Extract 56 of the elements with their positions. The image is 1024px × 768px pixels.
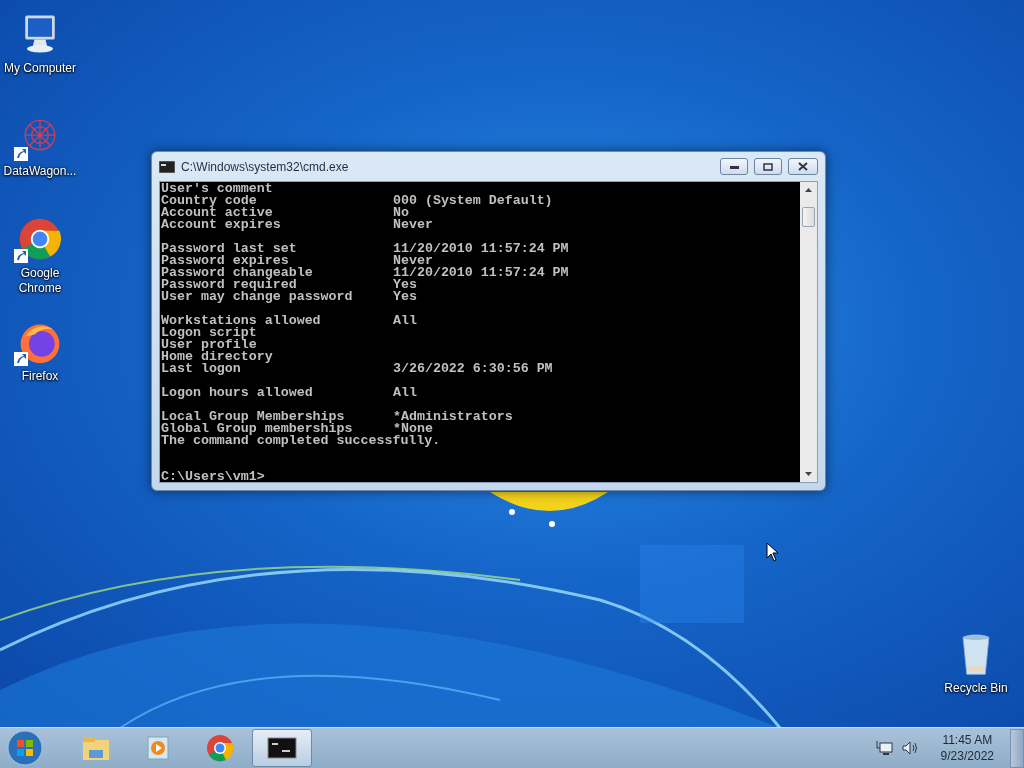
- field-value: All: [393, 315, 417, 327]
- console-text: C:\Users\vm1>: [161, 471, 265, 482]
- field-label: Account expires: [161, 219, 282, 231]
- clock[interactable]: 11:45 AM 9/23/2022: [940, 732, 994, 764]
- console-icon: [159, 160, 175, 173]
- field-label: Last logon: [161, 363, 241, 375]
- field-value: 11/20/2010 11:57:24 PM: [393, 243, 569, 255]
- desktop-icon-label[interactable]: Firefox: [21, 369, 59, 384]
- field-label: Password required: [161, 279, 297, 291]
- chrome-icon: [204, 734, 236, 762]
- field-label: User's comment: [161, 183, 274, 195]
- field-value: 3/26/2022 6:30:56 PM: [393, 363, 553, 375]
- field-label: Workstations allowed: [161, 315, 322, 327]
- minimize-button[interactable]: [720, 158, 748, 175]
- field-label: User may change password: [161, 291, 354, 303]
- volume-icon[interactable]: [900, 740, 919, 756]
- close-button[interactable]: [788, 158, 818, 175]
- field-value: Never: [393, 219, 433, 231]
- maximize-button[interactable]: [754, 158, 782, 175]
- scroll-thumb[interactable]: [802, 207, 815, 227]
- field-value: Yes: [393, 291, 417, 303]
- field-label: Password expires: [161, 255, 289, 267]
- taskbar-button[interactable]: [252, 729, 312, 767]
- console-text: The command completed successfully.: [161, 435, 441, 447]
- field-value: Never: [393, 255, 433, 267]
- window-title: C:\Windows\system32\cmd.exe: [181, 159, 350, 174]
- field-label: Password last set: [161, 243, 298, 255]
- desktop-icon-label[interactable]: Google Chrome: [0, 266, 80, 296]
- field-value: *Administrators: [393, 411, 513, 423]
- field-label: Country code: [161, 195, 257, 207]
- desktop-icon-label[interactable]: DataWagon...: [3, 164, 77, 179]
- field-label: Local Group Memberships: [161, 411, 345, 423]
- field-value: No: [393, 207, 409, 219]
- cursor-icon: [766, 542, 779, 562]
- explorer-icon: [80, 734, 112, 762]
- console-icon: [266, 734, 298, 762]
- field-label: Logon hours allowed: [161, 387, 314, 399]
- field-label: Home directory: [161, 351, 274, 363]
- field-value: 11/20/2010 11:57:24 PM: [393, 267, 569, 279]
- maximize-icon: [763, 162, 773, 171]
- field-value: Yes: [393, 279, 417, 291]
- scrollbar[interactable]: [800, 182, 817, 482]
- network-icon[interactable]: [874, 740, 893, 756]
- field-value: All: [393, 387, 417, 399]
- field-label: Logon script: [161, 327, 258, 339]
- field-label: User profile: [161, 339, 257, 351]
- field-value: 000 (System Default): [393, 195, 553, 207]
- desktop-icon-label[interactable]: My Computer: [4, 61, 76, 76]
- close-icon: [798, 162, 808, 171]
- desktop-icon-label[interactable]: Recycle Bin: [944, 681, 1008, 696]
- field-label: Global Group memberships: [161, 423, 353, 435]
- start-button[interactable]: [4, 729, 46, 767]
- field-label: Account active: [161, 207, 273, 219]
- minimize-icon: [729, 164, 739, 169]
- field-label: Password changeable: [161, 267, 314, 279]
- field-value: *None: [393, 423, 433, 435]
